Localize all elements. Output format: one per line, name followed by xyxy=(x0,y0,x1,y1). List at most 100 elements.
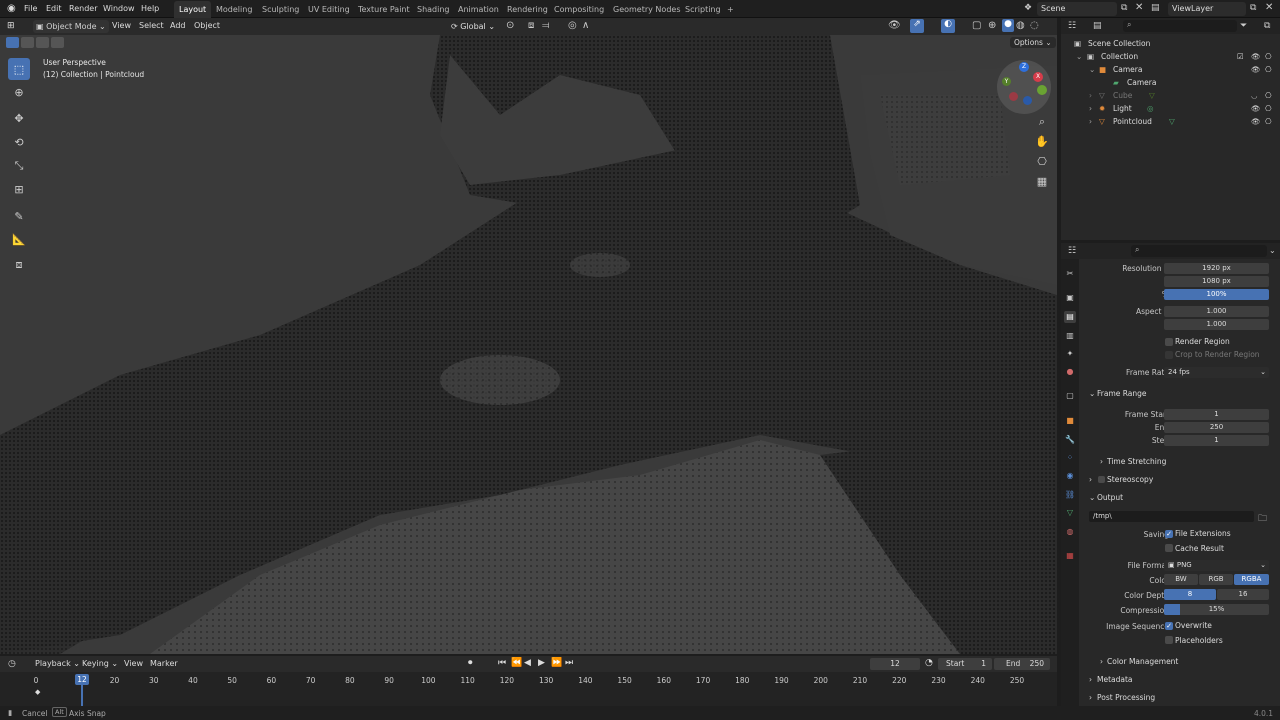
disclosure-closed-icon[interactable]: › xyxy=(1089,91,1092,100)
next-keyframe-icon[interactable]: ⏩ xyxy=(551,658,562,668)
scene-icon[interactable]: ❖ xyxy=(1024,3,1032,13)
pivot-icon[interactable]: ⊙ xyxy=(506,20,514,31)
tab-scripting[interactable]: Scripting xyxy=(680,1,726,18)
outliner-row-collection[interactable]: ⌄ ▣ Collection ☑ 👁 ⎔ xyxy=(1061,50,1280,63)
timeline-ruler[interactable]: 0 20 30 40 50 60 70 80 90 100 110 120 130 140 150 160 17… xyxy=(0,672,1057,706)
mode-selector[interactable]: ▣ Object Mode ⌄ xyxy=(33,20,109,33)
cache-result-checkbox[interactable] xyxy=(1165,544,1173,552)
menu-help[interactable]: Help xyxy=(141,4,159,13)
camera-render-icon[interactable]: ⎔ xyxy=(1265,65,1272,74)
move-tool-icon[interactable]: ✥ xyxy=(8,107,30,129)
view-menu[interactable]: View xyxy=(124,659,143,668)
data-tab-icon[interactable]: ▽ xyxy=(1064,507,1076,519)
color-management-section[interactable]: › Color Management xyxy=(1091,654,1271,669)
select-subtract-icon[interactable] xyxy=(36,37,49,48)
shading-solid-icon[interactable]: ● xyxy=(1002,19,1014,32)
neg-y-axis-icon[interactable]: Y xyxy=(1002,77,1011,86)
timeline-editor-icon[interactable]: ◷ xyxy=(8,659,16,669)
y-axis-icon[interactable] xyxy=(1037,85,1047,95)
menu-add[interactable]: Add xyxy=(170,21,186,30)
color-depth-8-button[interactable]: 8 xyxy=(1164,589,1216,600)
eye-icon[interactable]: 👁 xyxy=(1251,117,1261,126)
menu-render[interactable]: Render xyxy=(69,4,97,13)
tab-texture-paint[interactable]: Texture Paint xyxy=(353,1,415,18)
view-layer-selector[interactable]: ViewLayer xyxy=(1168,2,1246,16)
select-new-icon[interactable] xyxy=(6,37,19,48)
marker-menu[interactable]: Marker xyxy=(150,659,178,668)
placeholders-checkbox[interactable] xyxy=(1165,636,1173,644)
menu-window[interactable]: Window xyxy=(103,4,135,13)
render-tab-icon[interactable]: ▣ xyxy=(1064,292,1076,304)
disclosure-closed-icon[interactable]: › xyxy=(1089,104,1092,113)
color-rgba-button[interactable]: RGBA xyxy=(1234,574,1269,585)
file-format-dropdown[interactable]: ▣ PNG ⌄ xyxy=(1164,560,1269,571)
blender-logo-icon[interactable]: ◉ xyxy=(7,3,19,15)
play-reverse-icon[interactable]: ◀ xyxy=(524,658,531,668)
time-stretching-section[interactable]: › Time Stretching xyxy=(1091,454,1271,469)
stereoscopy-section[interactable]: › Stereoscopy xyxy=(1083,472,1280,487)
scene-selector[interactable]: Scene xyxy=(1037,2,1117,16)
frame-end-field[interactable]: 250 xyxy=(1164,422,1269,433)
menu-file[interactable]: File xyxy=(24,4,37,13)
measure-tool-icon[interactable]: 📐 xyxy=(8,228,30,250)
xray-icon[interactable]: ▢ xyxy=(972,20,981,31)
navigation-gizmo[interactable]: Z X Y xyxy=(997,60,1051,114)
tab-layout[interactable]: Layout xyxy=(174,1,212,18)
jump-start-icon[interactable]: ⏮ xyxy=(498,658,506,668)
tab-compositing[interactable]: Compositing xyxy=(549,1,609,18)
tab-rendering[interactable]: Rendering xyxy=(502,1,553,18)
camera-render-icon[interactable]: ⎔ xyxy=(1265,117,1272,126)
overwrite-checkbox[interactable]: ✓ xyxy=(1165,622,1173,630)
render-region-checkbox[interactable] xyxy=(1165,338,1173,346)
proportional-edit-icon[interactable]: ◎ xyxy=(568,20,577,31)
snap-target-icon[interactable]: ⫤ xyxy=(542,20,550,31)
crop-region-checkbox[interactable] xyxy=(1165,351,1173,359)
play-icon[interactable]: ▶ xyxy=(538,658,545,668)
aspect-x-field[interactable]: 1.000 xyxy=(1164,306,1269,317)
metadata-section[interactable]: › Metadata xyxy=(1083,672,1280,687)
add-workspace-button[interactable]: + xyxy=(722,1,739,18)
new-collection-icon[interactable]: ⧉ xyxy=(1264,21,1270,31)
tab-animation[interactable]: Animation xyxy=(453,1,504,18)
prev-keyframe-icon[interactable]: ⏪ xyxy=(511,658,522,668)
file-extensions-checkbox[interactable]: ✓ xyxy=(1165,530,1173,538)
keyframe-icon[interactable]: ◆ xyxy=(35,688,40,696)
new-view-layer-icon[interactable]: ⧉ xyxy=(1250,3,1256,13)
shading-wireframe-icon[interactable]: ⊕ xyxy=(988,20,996,31)
camera-render-icon[interactable]: ⎔ xyxy=(1265,104,1272,113)
physics-tab-icon[interactable]: ◉ xyxy=(1064,470,1076,482)
scene-tab-icon[interactable]: ✦ xyxy=(1064,348,1076,360)
menu-view[interactable]: View xyxy=(112,21,131,30)
camera-view-icon[interactable]: ⎔ xyxy=(1034,155,1050,171)
texture-tab-icon[interactable]: ▦ xyxy=(1064,550,1076,562)
transform-orientation[interactable]: ⟳ Global ⌄ xyxy=(448,20,498,33)
current-frame-field[interactable]: 12 xyxy=(870,658,920,670)
object-tab-icon[interactable]: ■ xyxy=(1064,415,1076,427)
shading-rendered-icon[interactable]: ◌ xyxy=(1030,20,1039,31)
tab-sculpting[interactable]: Sculpting xyxy=(257,1,304,18)
camera-render-icon[interactable]: ⎔ xyxy=(1265,52,1272,61)
frame-step-field[interactable]: 1 xyxy=(1164,435,1269,446)
visibility-icon[interactable]: 👁 xyxy=(888,20,901,31)
ortho-grid-icon[interactable]: ▦ xyxy=(1034,175,1050,191)
display-mode-icon[interactable]: ▤ xyxy=(1093,21,1102,31)
properties-type-icon[interactable]: ☷ xyxy=(1068,246,1076,256)
outliner-row-camera[interactable]: ⌄ ■ Camera 👁 ⎔ xyxy=(1061,63,1280,76)
jump-end-icon[interactable]: ⏭ xyxy=(565,658,573,668)
overlay-toggle-icon[interactable]: ◐ xyxy=(941,19,955,33)
x-axis-icon[interactable]: X xyxy=(1033,72,1043,82)
resolution-percent-field[interactable]: 100% xyxy=(1164,289,1269,300)
post-processing-section[interactable]: › Post Processing xyxy=(1083,690,1280,705)
filter-icon[interactable]: ⏷ xyxy=(1240,21,1247,31)
outliner-row-cube[interactable]: › ▽ Cube ▽ ◡ ⎔ xyxy=(1061,89,1280,102)
tool-tab-icon[interactable]: ✂ xyxy=(1064,268,1076,280)
frame-rate-dropdown[interactable]: 24 fps ⌄ xyxy=(1164,367,1269,378)
rotate-tool-icon[interactable]: ⟲ xyxy=(8,131,30,153)
playback-menu[interactable]: Playback ⌄ xyxy=(35,659,80,668)
modifier-tab-icon[interactable]: 🔧 xyxy=(1064,434,1076,446)
chevron-down-icon[interactable]: ⌄ xyxy=(1269,246,1276,255)
outliner-row-pointcloud[interactable]: › ▽ Pointcloud ▽ 👁 ⎔ xyxy=(1061,115,1280,128)
outliner-row-camera-data[interactable]: ▰ Camera xyxy=(1061,76,1280,89)
editor-type-icon[interactable]: ⊞ xyxy=(7,21,15,31)
end-frame-field[interactable]: End 250 xyxy=(994,658,1050,670)
